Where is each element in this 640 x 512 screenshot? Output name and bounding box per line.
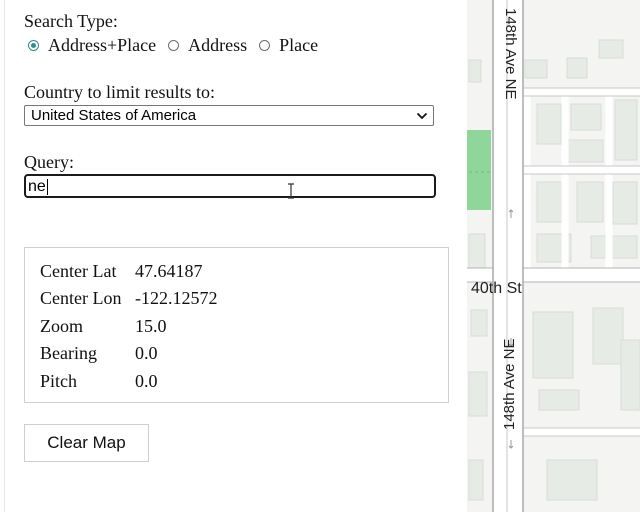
info-key: Center Lon <box>40 288 122 308</box>
text-cursor-icon <box>288 183 294 199</box>
info-key: Zoom <box>40 316 83 336</box>
radio-label-address-place: Address+Place <box>48 34 157 55</box>
radio-address-place[interactable] <box>28 39 39 51</box>
street-label-148th-bottom: 148th Ave NE <box>501 338 518 430</box>
info-key: Bearing <box>40 343 97 363</box>
info-value: 15.0 <box>135 316 167 336</box>
query-label: Query: <box>24 152 74 172</box>
country-select[interactable]: United States of America <box>24 105 434 126</box>
info-value: 0.0 <box>135 371 158 391</box>
radio-place[interactable] <box>259 39 271 51</box>
map-tiles <box>467 0 640 512</box>
map-info-box: Center Lat 47.64187 Center Lon -122.1257… <box>24 247 449 403</box>
info-key: Pitch <box>40 371 78 391</box>
info-value: 47.64187 <box>135 261 203 281</box>
search-type-label: Search Type: <box>24 11 118 31</box>
info-value: 0.0 <box>135 343 158 363</box>
radio-option-place[interactable]: Place <box>259 35 318 56</box>
control-panel: Search Type: Address+Place Address Place… <box>0 0 466 512</box>
panel-edge <box>4 0 5 512</box>
map-canvas[interactable]: 148th Ave NE 40th St 148th Ave NE <box>467 0 640 512</box>
radio-option-address-place[interactable]: Address+Place <box>28 35 156 56</box>
country-label: Country to limit results to: <box>24 82 216 102</box>
radio-label-address: Address <box>188 34 248 55</box>
query-input[interactable]: ne <box>24 174 436 198</box>
country-select-value: United States of America <box>31 107 197 124</box>
search-type-radio-group: Address+Place Address Place <box>28 34 330 56</box>
text-caret <box>47 179 48 195</box>
street-label-148th-top: 148th Ave NE <box>502 8 519 100</box>
street-label-40th: 40th St <box>471 280 522 297</box>
info-key: Center Lat <box>40 261 117 281</box>
query-input-value: ne <box>28 178 46 195</box>
radio-label-place: Place <box>279 34 319 55</box>
radio-address[interactable] <box>168 39 180 51</box>
info-value: -122.12572 <box>135 288 218 308</box>
park-area <box>467 130 491 210</box>
clear-map-button[interactable]: Clear Map <box>24 424 149 462</box>
chevron-down-icon <box>416 112 428 120</box>
radio-option-address[interactable]: Address <box>168 35 247 56</box>
